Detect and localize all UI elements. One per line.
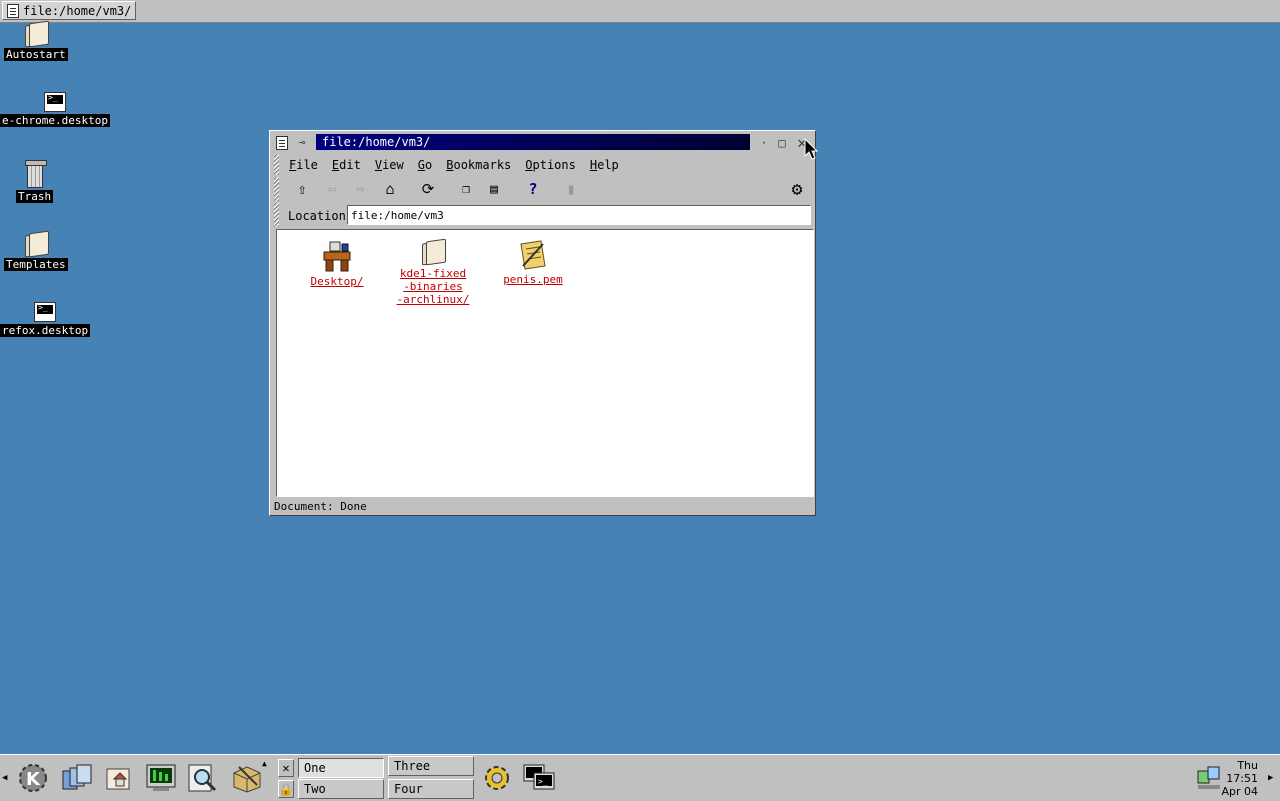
desktop-icon-firefox[interactable]: refox.desktop [0,302,91,337]
desktop-icon-autostart[interactable]: Autostart [4,22,68,61]
menu-go[interactable]: Go [411,158,439,172]
document-icon [7,3,19,18]
desktop-icon-label: refox.desktop [0,324,91,337]
bottom-panel: ◀ K ▲ ✕ 🔒 One Two Three Four >_ Thu 17:5… [0,754,1280,801]
desktop-icon-templates[interactable]: Templates [4,232,68,271]
menu-view[interactable]: View [368,158,411,172]
trash-icon [24,160,47,188]
kde-gear-icon: ⚙ [791,178,803,200]
terminal-icon [34,302,57,322]
desk-icon [323,241,351,272]
desktop-switch-two[interactable]: Two [298,779,384,799]
desktop-icon-label: Autostart [4,48,68,61]
forward-arrow-icon[interactable]: ⇨ [349,179,371,199]
terminal-emulator-icon[interactable] [142,759,180,797]
panel-hide-right-icon[interactable]: ▶ [1268,759,1278,797]
desktop-switch-three[interactable]: Three [388,756,474,776]
stop-icon[interactable]: ▮ [560,179,582,199]
file-item-kde1-binaries[interactable]: kde1-fixed -binaries -archlinux/ [393,240,473,306]
document-icon [520,240,546,270]
package-manager-icon[interactable] [228,759,266,797]
location-label: Location: [288,209,354,223]
maximize-icon[interactable]: □ [774,135,790,150]
pin-icon[interactable]: ⊸ [294,135,310,150]
file-item-desktop[interactable]: Desktop/ [297,240,377,288]
file-label: kde1-fixed -binaries -archlinux/ [396,267,470,306]
file-label: penis.pem [503,273,563,286]
location-bar: Location: [272,203,813,227]
desktop-icon-label: Trash [16,190,54,203]
home-icon[interactable]: ⌂ [379,179,401,199]
top-taskbar: file:/home/vm3/ [0,0,1280,23]
desktop-icon-label: Templates [4,258,68,271]
toolbar-grip[interactable] [274,177,279,201]
mouse-cursor-icon [804,138,819,160]
folder-icon [420,240,446,264]
back-arrow-icon[interactable]: ⇦ [321,179,343,199]
desktop-switch-one[interactable]: One [298,758,384,778]
lock-screen-icon[interactable]: 🔒 [278,780,294,798]
desktop-icon-chrome[interactable]: e-chrome.desktop [0,92,110,127]
clock-day: Thu [1237,759,1258,772]
terminal-icon [43,92,66,112]
help-icon[interactable]: ? [522,179,544,199]
minimize-icon[interactable]: · [756,135,772,150]
control-center-gear-icon[interactable] [478,759,516,797]
desktop-switch-four[interactable]: Four [388,779,474,799]
status-bar: Document: Done [274,500,367,513]
location-input[interactable] [347,205,811,225]
panel-close-icon[interactable]: ✕ [278,759,294,777]
folder-icon [23,22,49,46]
taskbar-window-label: file:/home/vm3/ [23,3,132,18]
menubar: File Edit View Go Bookmarks Options Help [272,155,813,175]
file-label: Desktop/ [310,275,364,288]
panel-hide-left-icon[interactable]: ◀ [2,759,12,797]
menu-edit[interactable]: Edit [325,158,368,172]
menu-bookmarks[interactable]: Bookmarks [439,158,518,172]
clock-time: 17:51 [1226,772,1258,785]
file-item-pem[interactable]: penis.pem [493,240,573,286]
menu-options[interactable]: Options [518,158,583,172]
window-menu-icon[interactable] [274,135,290,150]
window-titlebar[interactable]: ⊸ file:/home/vm3/ · □ ✕ [272,133,813,153]
svg-text:>_: >_ [538,777,548,786]
toolbar: ⇧ ⇦ ⇨ ⌂ ⟳ ❐ ▤ ? ▮ ⚙ [272,177,813,201]
find-files-icon[interactable] [184,759,222,797]
paste-icon[interactable]: ▤ [483,179,505,199]
copy-icon[interactable]: ❐ [455,179,477,199]
file-manager-window: ⊸ file:/home/vm3/ · □ ✕ File Edit View G… [269,130,816,516]
panel-arrow-icon[interactable]: ▲ [262,759,267,768]
konsole-icon[interactable]: >_ [520,759,558,797]
svg-text:K: K [26,769,41,790]
menubar-grip[interactable] [274,155,279,175]
locationbar-grip[interactable] [274,203,279,227]
file-view[interactable]: Desktop/ kde1-fixed -binaries -archlinux… [276,229,814,497]
window-title: file:/home/vm3/ [316,134,750,150]
k-menu-icon[interactable]: K [14,759,52,797]
home-folder-icon[interactable] [100,759,138,797]
desktop-icon-trash[interactable]: Trash [16,160,54,203]
menu-file[interactable]: File [282,158,325,172]
clock[interactable]: Thu 17:51 Apr 04 [1212,759,1258,798]
clock-date: Apr 04 [1221,785,1258,798]
menu-help[interactable]: Help [583,158,626,172]
desktop-icon-label: e-chrome.desktop [0,114,110,127]
up-arrow-icon[interactable]: ⇧ [291,179,313,199]
folder-icon [23,232,49,256]
reload-icon[interactable]: ⟳ [417,179,439,199]
taskbar-window-button[interactable]: file:/home/vm3/ [2,1,136,20]
window-list-icon[interactable] [58,759,96,797]
